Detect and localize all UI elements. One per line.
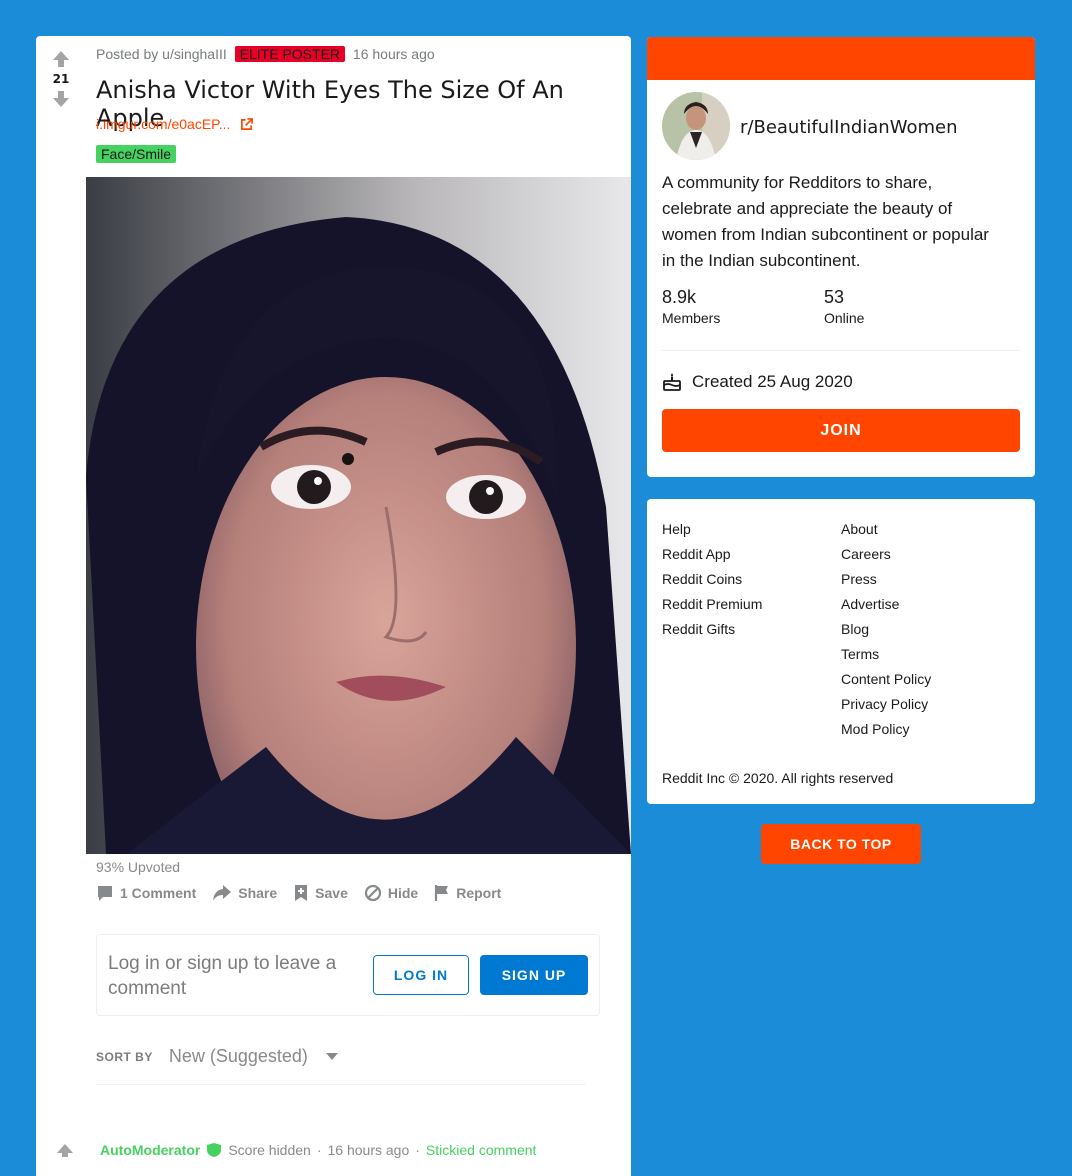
footer-link-content-policy[interactable]: Content Policy xyxy=(841,667,931,692)
members-count: 8.9k xyxy=(662,287,697,307)
hide-button[interactable]: Hide xyxy=(364,884,418,902)
sort-dropdown[interactable]: SORT BY New (Suggested) xyxy=(96,1046,338,1067)
community-avatar[interactable] xyxy=(662,92,730,160)
post-time[interactable]: 16 hours ago xyxy=(353,46,435,62)
external-link[interactable]: i.imgur.com/e0acEP... xyxy=(96,116,254,132)
user-flair-badge: ELITE POSTER xyxy=(234,46,346,62)
footer-link-mod-policy[interactable]: Mod Policy xyxy=(841,717,931,742)
footer-links-col1: Help Reddit App Reddit Coins Reddit Prem… xyxy=(662,517,762,642)
footer-link-reddit-coins[interactable]: Reddit Coins xyxy=(662,567,762,592)
sort-label: SORT BY xyxy=(96,1049,153,1064)
save-button[interactable]: Save xyxy=(293,884,348,902)
online-label: Online xyxy=(824,310,865,326)
upvote-icon[interactable] xyxy=(52,50,70,68)
members-stat: 8.9k Members xyxy=(662,287,720,326)
footer-link-reddit-premium[interactable]: Reddit Premium xyxy=(662,592,762,617)
sort-divider xyxy=(96,1084,586,1085)
footer-link-about[interactable]: About xyxy=(841,517,931,542)
online-count: 53 xyxy=(824,287,845,307)
created-date: Created 25 Aug 2020 xyxy=(662,372,853,392)
upvote-ratio: 93% Upvoted xyxy=(96,859,181,875)
created-text: Created 25 Aug 2020 xyxy=(692,372,853,391)
community-name[interactable]: r/BeautifulIndianWomen xyxy=(740,117,958,138)
about-divider xyxy=(662,350,1020,351)
footer-link-blog[interactable]: Blog xyxy=(841,617,931,642)
external-link-icon xyxy=(241,118,254,130)
downvote-icon[interactable] xyxy=(52,90,70,108)
back-to-top-button[interactable]: BACK TO TOP xyxy=(761,824,921,864)
hide-label: Hide xyxy=(387,885,419,901)
share-label: Share xyxy=(238,885,278,901)
post-flair[interactable]: Face/Smile xyxy=(96,145,177,163)
join-button[interactable]: JOIN xyxy=(662,409,1020,452)
vote-score: 21 xyxy=(52,72,70,86)
footer-links-col2: About Careers Press Advertise Blog Terms… xyxy=(841,517,931,742)
footer-link-privacy-policy[interactable]: Privacy Policy xyxy=(841,692,931,717)
share-icon xyxy=(213,885,232,901)
signup-button[interactable]: SIGN UP xyxy=(480,955,588,995)
footer-link-reddit-app[interactable]: Reddit App xyxy=(662,542,762,567)
comments-label: 1 Comment xyxy=(120,885,197,901)
cake-icon xyxy=(663,373,681,391)
post-meta: Posted by u/singhaIII ELITE POSTER 16 ho… xyxy=(96,46,435,62)
comment-icon xyxy=(98,886,112,901)
flag-icon xyxy=(435,885,449,901)
post-image[interactable] xyxy=(86,177,631,854)
community-banner xyxy=(647,37,1035,80)
portrait-image xyxy=(86,177,631,854)
login-prompt-box: Log in or sign up to leave a comment LOG… xyxy=(96,934,600,1016)
about-community-card: r/BeautifulIndianWomen A community for R… xyxy=(647,37,1035,477)
community-description: A community for Redditors to share, cele… xyxy=(662,173,989,270)
report-label: Report xyxy=(456,885,502,901)
copyright-text: Reddit Inc © 2020. All rights reserved xyxy=(662,770,894,786)
bookmark-icon xyxy=(295,885,308,901)
comment-upvote-icon[interactable] xyxy=(56,1143,74,1157)
posted-by-link[interactable]: Posted by u/singhaIII xyxy=(96,46,227,62)
members-label: Members xyxy=(662,310,721,326)
post-card: 21 Posted by u/singhaIII ELITE POSTER 16… xyxy=(36,36,631,1176)
footer-link-advertise[interactable]: Advertise xyxy=(841,592,931,617)
footer-link-terms[interactable]: Terms xyxy=(841,642,931,667)
online-stat: 53 Online xyxy=(824,287,864,326)
footer-link-reddit-gifts[interactable]: Reddit Gifts xyxy=(662,617,762,642)
sort-value[interactable]: New (Suggested) xyxy=(169,1046,308,1067)
login-button[interactable]: LOG IN xyxy=(373,955,469,995)
footer-link-careers[interactable]: Careers xyxy=(841,542,931,567)
footer-links-card: Help Reddit App Reddit Coins Reddit Prem… xyxy=(647,499,1035,804)
hide-icon xyxy=(364,884,381,902)
external-link-text[interactable]: i.imgur.com/e0acEP... xyxy=(96,116,230,132)
vote-column: 21 xyxy=(46,50,76,108)
save-label: Save xyxy=(315,885,348,901)
report-button[interactable]: Report xyxy=(434,884,501,902)
footer-link-press[interactable]: Press xyxy=(841,567,931,592)
login-prompt-text: Log in or sign up to leave a comment xyxy=(108,953,337,999)
caret-down-icon[interactable] xyxy=(325,1052,338,1061)
avatar-image xyxy=(662,92,730,160)
footer-link-help[interactable]: Help xyxy=(662,517,762,542)
share-button[interactable]: Share xyxy=(212,884,277,902)
post-actions: 1 Comment Share Save Hide Report xyxy=(96,884,501,902)
comments-button[interactable]: 1 Comment xyxy=(96,884,196,902)
